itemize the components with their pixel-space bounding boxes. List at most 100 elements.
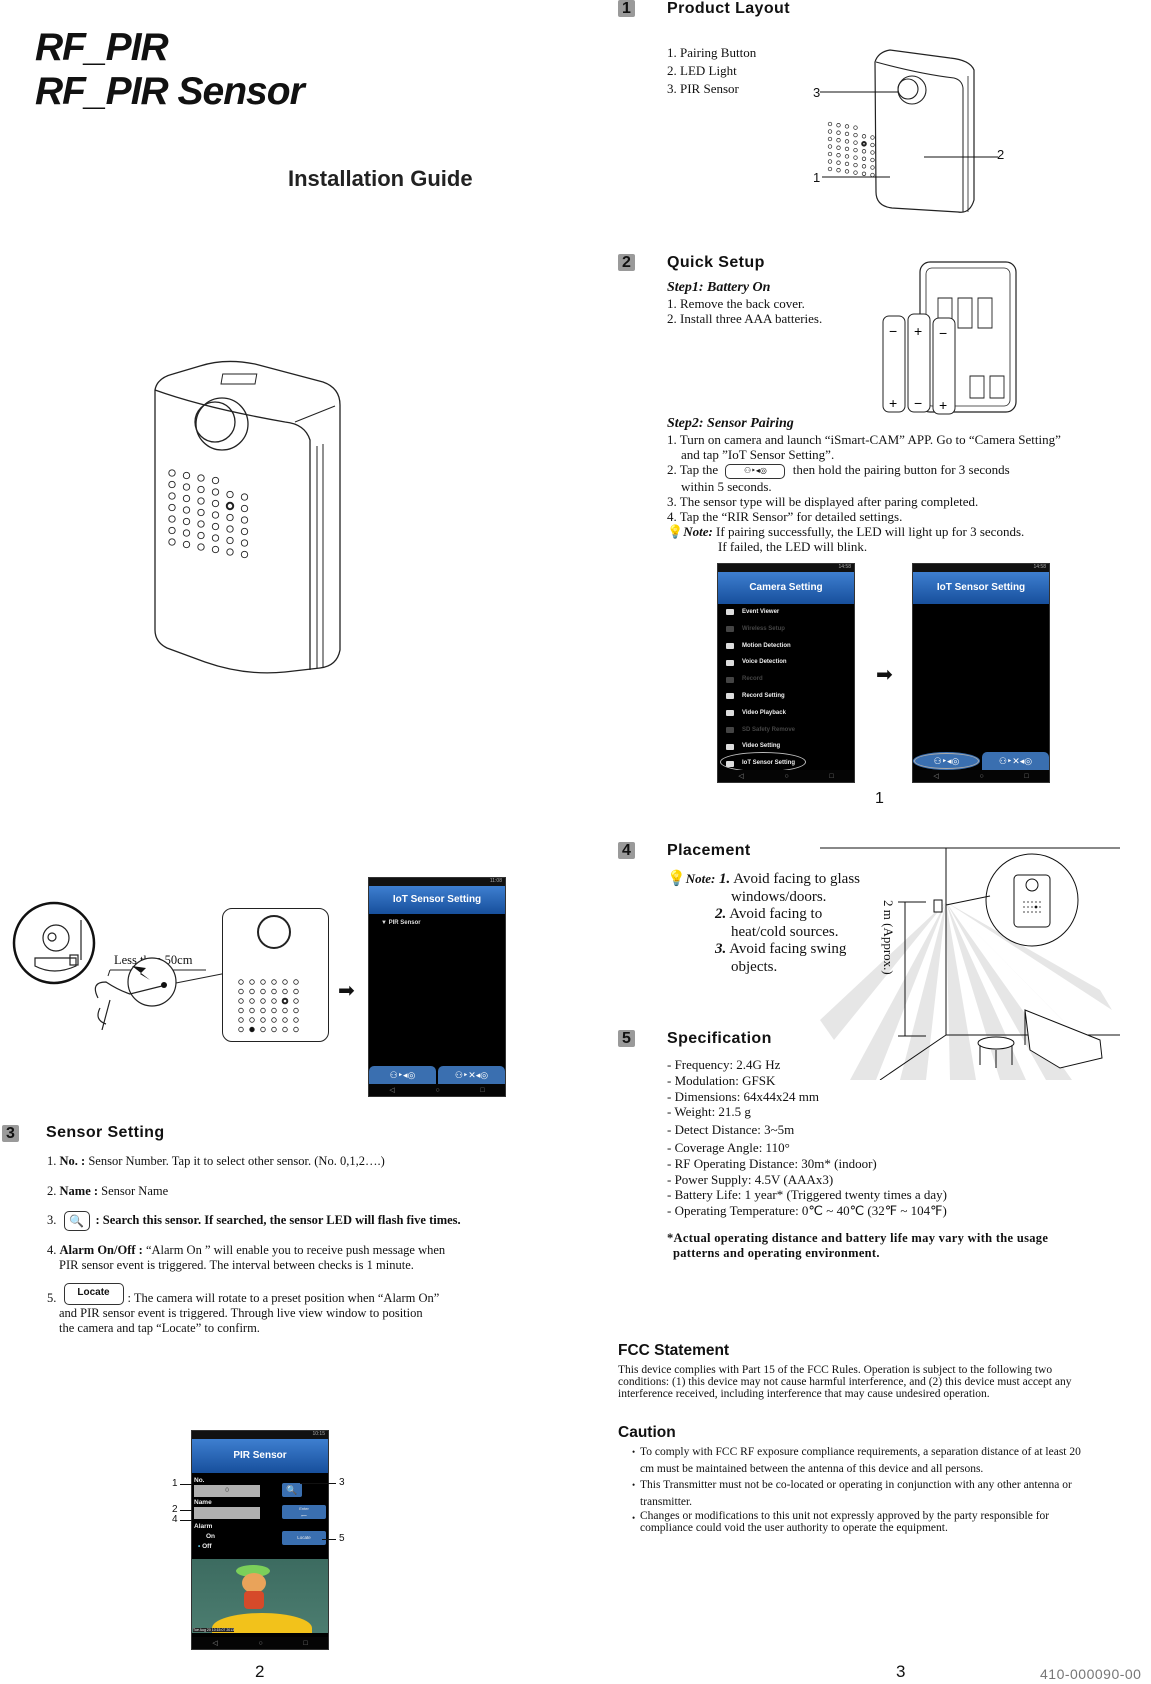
menu-item-label: Record xyxy=(742,676,763,683)
bullet-icon: • xyxy=(632,1513,636,1523)
menu-item-icon xyxy=(726,693,734,700)
setting-item-4: 4. Alarm On/Off : “Alarm On ” will enabl… xyxy=(47,1243,446,1272)
pairing-button-dot xyxy=(161,982,167,988)
caution-item: • This Transmitter must not be co-located… xyxy=(632,1479,1072,1508)
battery-compartment-illustration: − + − + − + xyxy=(882,261,1017,415)
product-layout-list: 1. Pairing Button 2. LED Light 3. PIR Se… xyxy=(667,44,756,98)
search-button[interactable]: 🔍 xyxy=(282,1483,302,1497)
home-icon: ○ xyxy=(435,1086,440,1094)
pir-lens xyxy=(257,915,291,949)
locate-button-illustration: Locate xyxy=(63,1283,124,1305)
section-5-badge: 5 xyxy=(618,1030,635,1047)
figurine-body xyxy=(244,1591,264,1609)
pair-button[interactable]: ⚇‣◂◎ xyxy=(913,752,980,770)
menu-item[interactable]: SD Safety Remove xyxy=(718,722,854,739)
pir-sensor-screen: 10:15 PIR Sensor No. 0 Name Alarm On • O… xyxy=(191,1430,329,1650)
caution-title: Caution xyxy=(618,1424,676,1441)
camera-setting-screen: 14:58 Camera Setting Event Viewer Wireles… xyxy=(717,563,855,783)
live-view-window[interactable]: Tue Aug 20 10:15:07 2013 xyxy=(192,1559,328,1633)
no-field[interactable]: 0 xyxy=(194,1485,260,1497)
android-navbar: ◁ ○ □ xyxy=(718,770,854,782)
section-4-badge: 4 xyxy=(618,842,635,859)
bullet-icon: • xyxy=(632,1480,636,1490)
menu-item[interactable]: Event Viewer xyxy=(718,604,854,621)
recents-icon: □ xyxy=(829,772,834,780)
screen-title: IoT Sensor Setting xyxy=(369,886,505,914)
layout-item: 1. Pairing Button xyxy=(667,45,757,60)
callout-pairing-button: 1 xyxy=(813,170,821,185)
alarm-off-radio[interactable]: • Off xyxy=(198,1543,211,1550)
back-icon: ◁ xyxy=(212,1639,218,1647)
page-number-right: 3 xyxy=(896,1662,906,1681)
menu-item[interactable]: Record Setting xyxy=(718,688,854,705)
section-5-title: Specification xyxy=(667,1030,772,1047)
spec-item: - Coverage Angle: 110° xyxy=(667,1139,790,1155)
menu-item[interactable]: Video Playback xyxy=(718,705,854,722)
layout-item: 2. LED Light xyxy=(667,63,737,78)
menu-item-label: SD Safety Remove xyxy=(742,726,796,733)
menu-item-icon xyxy=(726,609,734,616)
camera-setting-menu: Event Viewer Wireless Setup Motion Detecti… xyxy=(718,604,854,772)
menu-item[interactable]: Voice Detection xyxy=(718,654,854,671)
menu-item[interactable]: Motion Detection xyxy=(718,638,854,655)
locate-button[interactable]: Locate xyxy=(282,1531,326,1545)
height-label: 2 m (Approx.) xyxy=(881,900,896,975)
android-navbar: ◁ ○ □ xyxy=(369,1084,505,1096)
callout-3: 3 xyxy=(339,1477,345,1488)
spec-footnote: *Actual operating distance and battery l… xyxy=(667,1231,1049,1260)
pir-sensor-item[interactable]: ▼ PIR Sensor xyxy=(369,914,505,926)
sensor-setting-list: 1. No. : Sensor Number. Tap it to select… xyxy=(47,1154,557,1336)
document-number: 410-000090-00 xyxy=(1040,1666,1142,1682)
unpair-button[interactable]: ⚇‣✕◂◎ xyxy=(438,1066,505,1084)
menu-item-label: Voice Detection xyxy=(742,659,787,666)
product-title-line2: RF_PIR Sensor xyxy=(35,70,305,113)
home-icon: ○ xyxy=(258,1639,263,1647)
recents-icon: □ xyxy=(480,1086,485,1094)
arrow-right-icon: ➡ xyxy=(338,980,355,1002)
step1-heading: Step1: Battery On xyxy=(667,280,771,295)
name-field[interactable] xyxy=(194,1507,260,1519)
enter-button[interactable]: Enter ⟵ xyxy=(282,1505,326,1519)
status-bar: 10:15 xyxy=(192,1431,328,1439)
no-label: No. xyxy=(194,1477,205,1484)
callout-pir-sensor: 3 xyxy=(813,85,821,100)
screen-title: IoT Sensor Setting xyxy=(913,572,1049,604)
setting-item-1: 1. No. : Sensor Number. Tap it to select… xyxy=(47,1154,385,1168)
product-layout-diagram xyxy=(820,49,998,213)
zoom-circle xyxy=(127,957,177,1007)
battery-mark: + xyxy=(914,323,922,339)
screen-title: PIR Sensor xyxy=(192,1439,328,1473)
alarm-label: Alarm xyxy=(194,1523,213,1530)
callout-4: 4 xyxy=(172,1514,178,1525)
home-icon: ○ xyxy=(979,772,984,780)
alarm-on-radio[interactable]: On xyxy=(206,1533,215,1540)
step1-item: 1. Remove the back cover. xyxy=(667,296,805,311)
menu-item[interactable]: Record xyxy=(718,671,854,688)
sensor-illustration-large xyxy=(154,360,341,674)
figurine-head xyxy=(242,1573,266,1593)
back-icon: ◁ xyxy=(933,772,939,780)
sensor-on-wall xyxy=(933,899,943,913)
installation-guide-title: Installation Guide xyxy=(288,166,473,191)
spec-item: - Operating Temperature: 0℃ ~ 40℃ (32℉ ~… xyxy=(667,1203,947,1219)
name-label: Name xyxy=(194,1499,212,1506)
menu-item-icon xyxy=(726,726,734,733)
spec-item: - Weight: 21.5 g xyxy=(667,1104,751,1120)
unpair-button[interactable]: ⚇‣✕◂◎ xyxy=(982,752,1049,770)
caution-item: • To comply with FCC RF exposure complian… xyxy=(632,1446,1081,1475)
sensor-icon: ▼ xyxy=(381,920,389,926)
back-icon: ◁ xyxy=(738,772,744,780)
menu-item[interactable]: Wireless Setup xyxy=(718,621,854,638)
setting-item-2: 2. Name : Sensor Name xyxy=(47,1184,169,1198)
battery-mark: − xyxy=(939,325,947,341)
pair-button[interactable]: ⚇‣◂◎ xyxy=(369,1066,436,1084)
menu-item-label: Wireless Setup xyxy=(742,625,785,632)
setting-item-5: 5. Locate: The camera will rotate to a p… xyxy=(47,1283,557,1336)
callout-5: 5 xyxy=(339,1533,345,1544)
battery-mark: − xyxy=(914,395,922,411)
section-1-badge: 1 xyxy=(618,0,635,17)
callout-1: 1 xyxy=(172,1478,178,1489)
caution-item: • Changes or modifications to this unit n… xyxy=(632,1510,1050,1534)
android-navbar: ◁ ○ □ xyxy=(192,1637,328,1649)
battery-mark: − xyxy=(889,323,897,339)
